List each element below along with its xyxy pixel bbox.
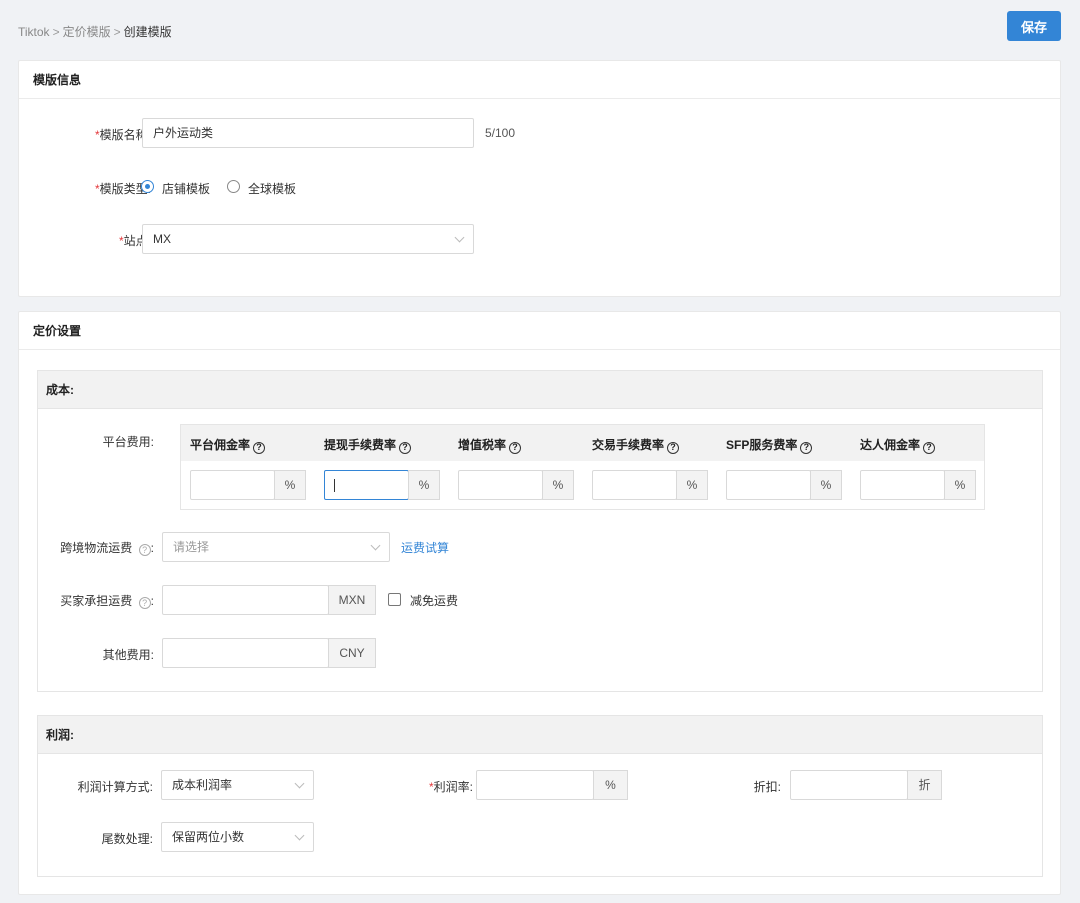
other-fee-input[interactable] xyxy=(162,638,329,668)
profit-rate-label: *利润率: xyxy=(428,780,473,794)
breadcrumb-item-current: 创建模版 xyxy=(123,25,172,39)
question-circle-icon[interactable]: ? xyxy=(667,442,680,454)
site-select-value: MX xyxy=(153,232,171,246)
rounding-value: 保留两位小数 xyxy=(172,830,245,844)
shipping-waiver-checkbox[interactable] xyxy=(388,593,401,606)
breadcrumb-separator: > xyxy=(113,25,121,39)
question-circle-icon[interactable]: ? xyxy=(138,597,151,609)
mxn-addon: MXN xyxy=(328,585,376,615)
question-circle-icon[interactable]: ? xyxy=(399,442,412,454)
fee-col-sfp-fee: SFP服务费率? xyxy=(726,436,813,454)
shipping-waiver-label[interactable]: 减免运费 xyxy=(410,592,458,609)
profit-section-title: 利润: xyxy=(38,716,1042,754)
radio-shop-template[interactable] xyxy=(141,180,154,193)
breadcrumb-separator: > xyxy=(52,25,60,39)
discount-label: 折扣: xyxy=(753,780,781,794)
percent-addon: % xyxy=(542,470,574,500)
sfp-fee-input[interactable] xyxy=(726,470,811,500)
platform-fee-table: 平台佣金率? 提现手续费率? 增值税率? 交易手续费率? SFP服务费率? 达人… xyxy=(180,424,985,510)
rounding-label: 尾数处理: xyxy=(101,832,153,846)
template-info-card: 模版信息 *模版名称: 户外运动类 5/100 *模版类型: 店铺模板 全球模板… xyxy=(18,60,1061,297)
template-name-counter: 5/100 xyxy=(485,126,516,140)
profit-rate-input[interactable] xyxy=(476,770,594,800)
site-select[interactable]: MX xyxy=(142,224,474,254)
chevron-down-icon xyxy=(294,830,305,841)
question-circle-icon[interactable]: ? xyxy=(253,442,266,454)
template-info-title: 模版信息 xyxy=(19,61,1060,99)
withdraw-fee-input[interactable] xyxy=(324,470,409,500)
fee-col-transaction-fee: 交易手续费率? xyxy=(592,436,680,454)
percent-addon: % xyxy=(944,470,976,500)
top-bar: Tiktok > 定价模版 > 创建模版 保存 xyxy=(0,0,1080,60)
breadcrumb-item-pricing-template[interactable]: 定价模版 xyxy=(63,25,111,39)
percent-addon: % xyxy=(810,470,842,500)
percent-addon: % xyxy=(274,470,306,500)
profit-method-label: 利润计算方式: xyxy=(77,780,153,794)
radio-global-template[interactable] xyxy=(227,180,240,193)
buyer-shipping-label: 买家承担运费 ?: xyxy=(60,594,154,609)
fee-col-creator-commission: 达人佣金率? xyxy=(860,436,936,454)
platform-fee-label: 平台费用: xyxy=(102,435,154,449)
pricing-settings-title: 定价设置 xyxy=(19,312,1060,350)
cost-section-title: 成本: xyxy=(38,371,1042,409)
question-circle-icon[interactable]: ? xyxy=(800,442,813,454)
fee-col-withdraw-fee: 提现手续费率? xyxy=(324,436,412,454)
percent-addon: % xyxy=(408,470,440,500)
radio-shop-template-label[interactable]: 店铺模板 xyxy=(162,180,210,197)
discount-addon: 折 xyxy=(907,770,942,800)
buyer-shipping-input[interactable] xyxy=(162,585,329,615)
vat-input[interactable] xyxy=(458,470,543,500)
chevron-down-icon xyxy=(294,778,305,789)
cost-section: 成本: 平台费用: 平台佣金率? 提现手续费率? 增值税率? 交易手续费率? S… xyxy=(37,370,1043,692)
logistics-fee-placeholder: 请选择 xyxy=(173,540,210,554)
save-button[interactable]: 保存 xyxy=(1007,11,1061,41)
radio-global-template-label[interactable]: 全球模板 xyxy=(248,180,296,197)
template-name-input[interactable]: 户外运动类 xyxy=(142,118,474,148)
pricing-settings-card: 定价设置 成本: 平台费用: 平台佣金率? 提现手续费率? 增值税率? 交易手续… xyxy=(18,311,1061,895)
question-circle-icon[interactable]: ? xyxy=(138,544,151,556)
rounding-select[interactable]: 保留两位小数 xyxy=(161,822,314,852)
percent-addon: % xyxy=(593,770,628,800)
logistics-fee-select[interactable]: 请选择 xyxy=(162,532,390,562)
creator-commission-input[interactable] xyxy=(860,470,945,500)
profit-method-select[interactable]: 成本利润率 xyxy=(161,770,314,800)
fee-col-vat: 增值税率? xyxy=(458,436,522,454)
other-fee-label: 其他费用: xyxy=(102,648,154,662)
shipping-calculator-link[interactable]: 运费试算 xyxy=(401,539,449,556)
question-circle-icon[interactable]: ? xyxy=(923,442,936,454)
percent-addon: % xyxy=(676,470,708,500)
text-cursor xyxy=(334,479,335,492)
question-circle-icon[interactable]: ? xyxy=(509,442,522,454)
breadcrumb-item-tiktok[interactable]: Tiktok xyxy=(18,25,50,39)
transaction-fee-input[interactable] xyxy=(592,470,677,500)
chevron-down-icon xyxy=(370,540,381,551)
profit-section: 利润: 利润计算方式: 成本利润率 *利润率: % 折扣: 折 尾数处理: 保留… xyxy=(37,715,1043,877)
logistics-fee-label: 跨境物流运费 ?: xyxy=(60,541,154,556)
discount-input[interactable] xyxy=(790,770,908,800)
chevron-down-icon xyxy=(454,232,465,243)
platform-commission-input[interactable] xyxy=(190,470,275,500)
fee-col-platform-commission: 平台佣金率? xyxy=(190,436,266,454)
profit-method-value: 成本利润率 xyxy=(172,778,233,792)
breadcrumb: Tiktok > 定价模版 > 创建模版 xyxy=(18,23,172,40)
cny-addon: CNY xyxy=(328,638,376,668)
